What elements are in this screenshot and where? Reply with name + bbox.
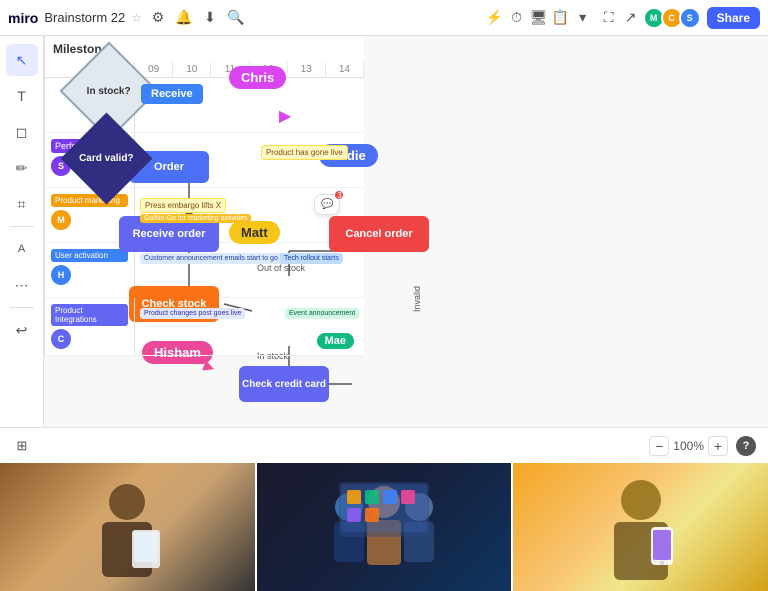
- cursor-icon[interactable]: ↗: [621, 8, 641, 28]
- pm-bar: Press embargo lifts X: [140, 198, 226, 213]
- star-icon[interactable]: ☆: [131, 11, 142, 25]
- cursor-tool[interactable]: ↖: [6, 44, 38, 76]
- timer-icon[interactable]: ⏱: [507, 8, 527, 28]
- video-icon[interactable]: 🖥: [529, 8, 549, 28]
- font-tool[interactable]: A: [6, 233, 38, 265]
- receive-bar: Receive: [141, 84, 203, 104]
- pi-bar2: Event announcement: [285, 308, 359, 319]
- strip-person-1: [72, 472, 182, 582]
- grid-toggle-button[interactable]: ⊞: [12, 436, 32, 456]
- tl-content-ua: Customer announcement emails start to go…: [135, 243, 364, 297]
- pi-avatar: C: [51, 329, 71, 349]
- more-tool[interactable]: ⋯: [6, 269, 38, 301]
- mae-label: Mae: [317, 333, 354, 349]
- pen-tool[interactable]: ✏: [6, 152, 38, 184]
- topbar-right: ⚡ ⏱ 🖥 📋 ▾ ⛶ ↗ M C S Share: [485, 7, 760, 29]
- search-icon[interactable]: 🔍: [226, 8, 246, 28]
- board-name[interactable]: Brainstorm 22: [44, 10, 125, 25]
- zoom-control: − 100% +: [649, 436, 728, 456]
- notifications-icon[interactable]: 🔔: [174, 8, 194, 28]
- zoom-in-button[interactable]: +: [708, 436, 728, 456]
- help-button[interactable]: ?: [736, 436, 756, 456]
- tl-content-pm: Press embargo lifts X Go/No-Go for marke…: [135, 188, 364, 242]
- avatar-group: M C S: [647, 7, 701, 29]
- invalid-label: Invalid: [412, 286, 422, 312]
- pi-bar1: Product changes post goes live: [140, 308, 245, 319]
- pm-avatar: M: [51, 210, 71, 230]
- strip-image-2: [255, 463, 512, 591]
- back-tool[interactable]: ↩: [6, 314, 38, 346]
- bottom-strip: [0, 463, 768, 591]
- bottom-bar: ⊞ − 100% + ?: [0, 427, 768, 463]
- tl-content-receive: Receive: [135, 78, 364, 132]
- topbar-left: miro Brainstorm 22 ☆ ⚙ 🔔 ⬇ 🔍: [8, 8, 477, 28]
- text-tool[interactable]: T: [6, 80, 38, 112]
- view-tools: ⛶ ↗: [599, 8, 641, 28]
- canvas[interactable]: Chris ▶ Sadie Order Receive order Cancel…: [44, 36, 768, 427]
- strip-person-3: [586, 472, 696, 582]
- shapes-tool[interactable]: ◻: [6, 116, 38, 148]
- fc-cardvalid-text: Card valid?: [79, 153, 133, 164]
- tool-divider-1: [10, 226, 34, 227]
- ua-bar1: Customer announcement emails start to go…: [140, 253, 294, 264]
- timeline-row-product-integrations: Product Integrations C Product changes p…: [45, 298, 364, 356]
- perf-bar: Product has gone live: [261, 145, 348, 160]
- topbar: miro Brainstorm 22 ☆ ⚙ 🔔 ⬇ 🔍 ⚡ ⏱ 🖥 📋 ▾ ⛶…: [0, 0, 768, 36]
- ua-bar2: Tech rollout starts: [280, 253, 343, 264]
- left-toolbar: ↖ T ◻ ✏ ⌗ A ⋯ ↩: [0, 36, 44, 427]
- strip-image-1: [0, 463, 255, 591]
- eraser-tool[interactable]: ⌗: [6, 188, 38, 220]
- ua-avatar: H: [51, 265, 71, 285]
- canvas-inner: Chris ▶ Sadie Order Receive order Cancel…: [44, 36, 768, 427]
- app-logo: miro: [8, 10, 38, 26]
- strip-bg-2: [257, 463, 512, 591]
- avatar-user3: S: [679, 7, 701, 29]
- strip-bg-1: [0, 463, 255, 591]
- zoom-out-button[interactable]: −: [649, 436, 669, 456]
- fc-checkcredit-node: Check credit card: [239, 366, 329, 402]
- tl-content-performance: Product has gone live: [135, 133, 364, 187]
- strip-bg-3: [513, 463, 768, 591]
- fc-instock-text: In stock?: [87, 86, 131, 97]
- tl-label-pi: Product Integrations C: [45, 298, 135, 355]
- more-tools-icon[interactable]: ▾: [573, 8, 593, 28]
- zoom-level: 100%: [673, 439, 704, 453]
- strip-people-2: [319, 472, 449, 582]
- present-icon[interactable]: 📋: [551, 8, 571, 28]
- main-area: ↖ T ◻ ✏ ⌗ A ⋯ ↩: [0, 36, 768, 427]
- pm-bar2: Go/No-Go for marketing activities: [140, 214, 251, 223]
- tool-divider-2: [10, 307, 34, 308]
- canvas-tools: ⚡ ⏱ 🖥 📋 ▾: [485, 8, 593, 28]
- share-button[interactable]: Share: [707, 7, 760, 29]
- strip-image-3: [511, 463, 768, 591]
- lightning-icon[interactable]: ⚡: [485, 8, 505, 28]
- download-icon[interactable]: ⬇: [200, 8, 220, 28]
- expand-icon[interactable]: ⛶: [599, 8, 619, 28]
- pi-label-badge: Product Integrations: [51, 304, 128, 326]
- settings-icon[interactable]: ⚙: [148, 8, 168, 28]
